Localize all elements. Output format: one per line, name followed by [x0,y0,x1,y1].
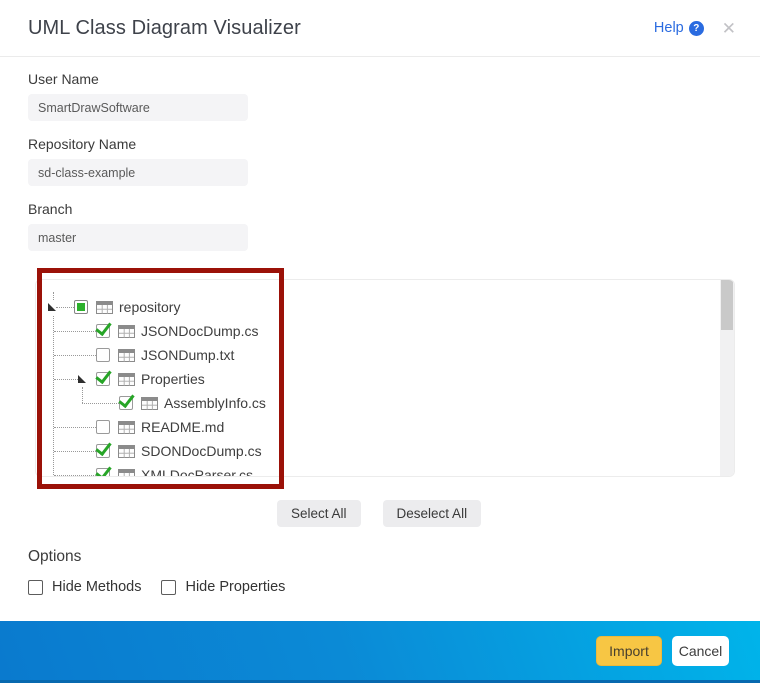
branch-field[interactable] [28,224,248,251]
username-label: User Name [28,71,760,88]
tree-connector [54,331,96,332]
tree-node-label: Properties [141,371,205,387]
tree-connector [54,475,96,476]
hide-methods-label: Hide Methods [52,579,141,595]
hide-properties-option[interactable]: Hide Properties [161,579,285,595]
tree-checkbox[interactable] [96,444,110,458]
tree-expander-icon[interactable] [78,375,86,383]
hide-properties-checkbox[interactable] [161,580,176,595]
tree-node[interactable]: AssemblyInfo.cs [82,391,734,415]
dialog-footer: Import Cancel [0,621,760,683]
tree-node-label: AssemblyInfo.cs [164,395,266,411]
tree-node[interactable]: JSONDump.txt [54,343,734,367]
tree-node[interactable]: repository [48,295,734,319]
tree-node[interactable]: Properties [54,367,734,391]
tree-node-label: JSONDocDump.cs [141,323,258,339]
close-icon[interactable]: ✕ [722,20,736,37]
deselect-all-button[interactable]: Deselect All [383,500,482,527]
page-title: UML Class Diagram Visualizer [28,17,654,40]
tree-checkbox[interactable] [96,324,110,338]
tree-checkbox[interactable] [74,300,88,314]
tree-node-label: XMLDocParser.cs [141,467,253,477]
tree-connector [54,355,96,356]
tree-checkbox[interactable] [119,396,133,410]
tree-checkbox[interactable] [96,372,110,386]
tree-connector-line [53,316,54,475]
select-all-button[interactable]: Select All [277,500,361,527]
tree-connector-line [53,292,54,300]
tree-connector-line [82,387,83,403]
tree-node[interactable]: JSONDocDump.cs [54,319,734,343]
tree-scrollbar-thumb[interactable] [721,280,733,330]
tree-connector [82,403,119,404]
tree-connector [54,451,96,452]
hide-methods-option[interactable]: Hide Methods [28,579,141,595]
table-icon [118,325,141,338]
username-field[interactable] [28,94,248,121]
cancel-button[interactable]: Cancel [672,636,729,666]
options-row: Hide Methods Hide Properties [28,579,760,595]
repository-name-field[interactable] [28,159,248,186]
hide-properties-label: Hide Properties [185,579,285,595]
tree-node-label: SDONDocDump.cs [141,443,262,459]
tree-node-label: repository [119,299,180,315]
table-icon [118,469,141,478]
tree-expander-icon[interactable] [48,303,56,311]
table-icon [118,421,141,434]
import-button[interactable]: Import [596,636,662,666]
tree-checkbox[interactable] [96,348,110,362]
tree-connector [56,307,74,308]
tree-connector [54,427,96,428]
file-tree: repository JSONDocDump.cs JSONDump.txt Prop… [36,280,734,477]
tree-node[interactable]: XMLDocParser.cs [54,463,734,477]
table-icon [141,397,164,410]
options-heading: Options [28,548,760,566]
tree-node[interactable]: README.md [54,415,734,439]
file-tree-panel: repository JSONDocDump.cs JSONDump.txt Prop… [35,279,735,477]
help-question-icon: ? [689,21,704,36]
tree-connector [54,379,78,380]
tree-node[interactable]: SDONDocDump.cs [54,439,734,463]
tree-checkbox[interactable] [96,468,110,477]
table-icon [96,301,119,314]
help-link[interactable]: Help ? [654,20,704,36]
tree-checkbox[interactable] [96,420,110,434]
branch-label: Branch [28,201,760,218]
dialog-header: UML Class Diagram Visualizer Help ? ✕ [0,0,760,57]
help-link-label: Help [654,20,684,36]
tree-actions: Select All Deselect All [277,500,760,527]
table-icon [118,349,141,362]
table-icon [118,373,141,386]
tree-node-label: README.md [141,419,224,435]
tree-node-label: JSONDump.txt [141,347,234,363]
tree-scrollbar[interactable] [720,280,734,476]
table-icon [118,445,141,458]
hide-methods-checkbox[interactable] [28,580,43,595]
repository-name-label: Repository Name [28,136,760,153]
